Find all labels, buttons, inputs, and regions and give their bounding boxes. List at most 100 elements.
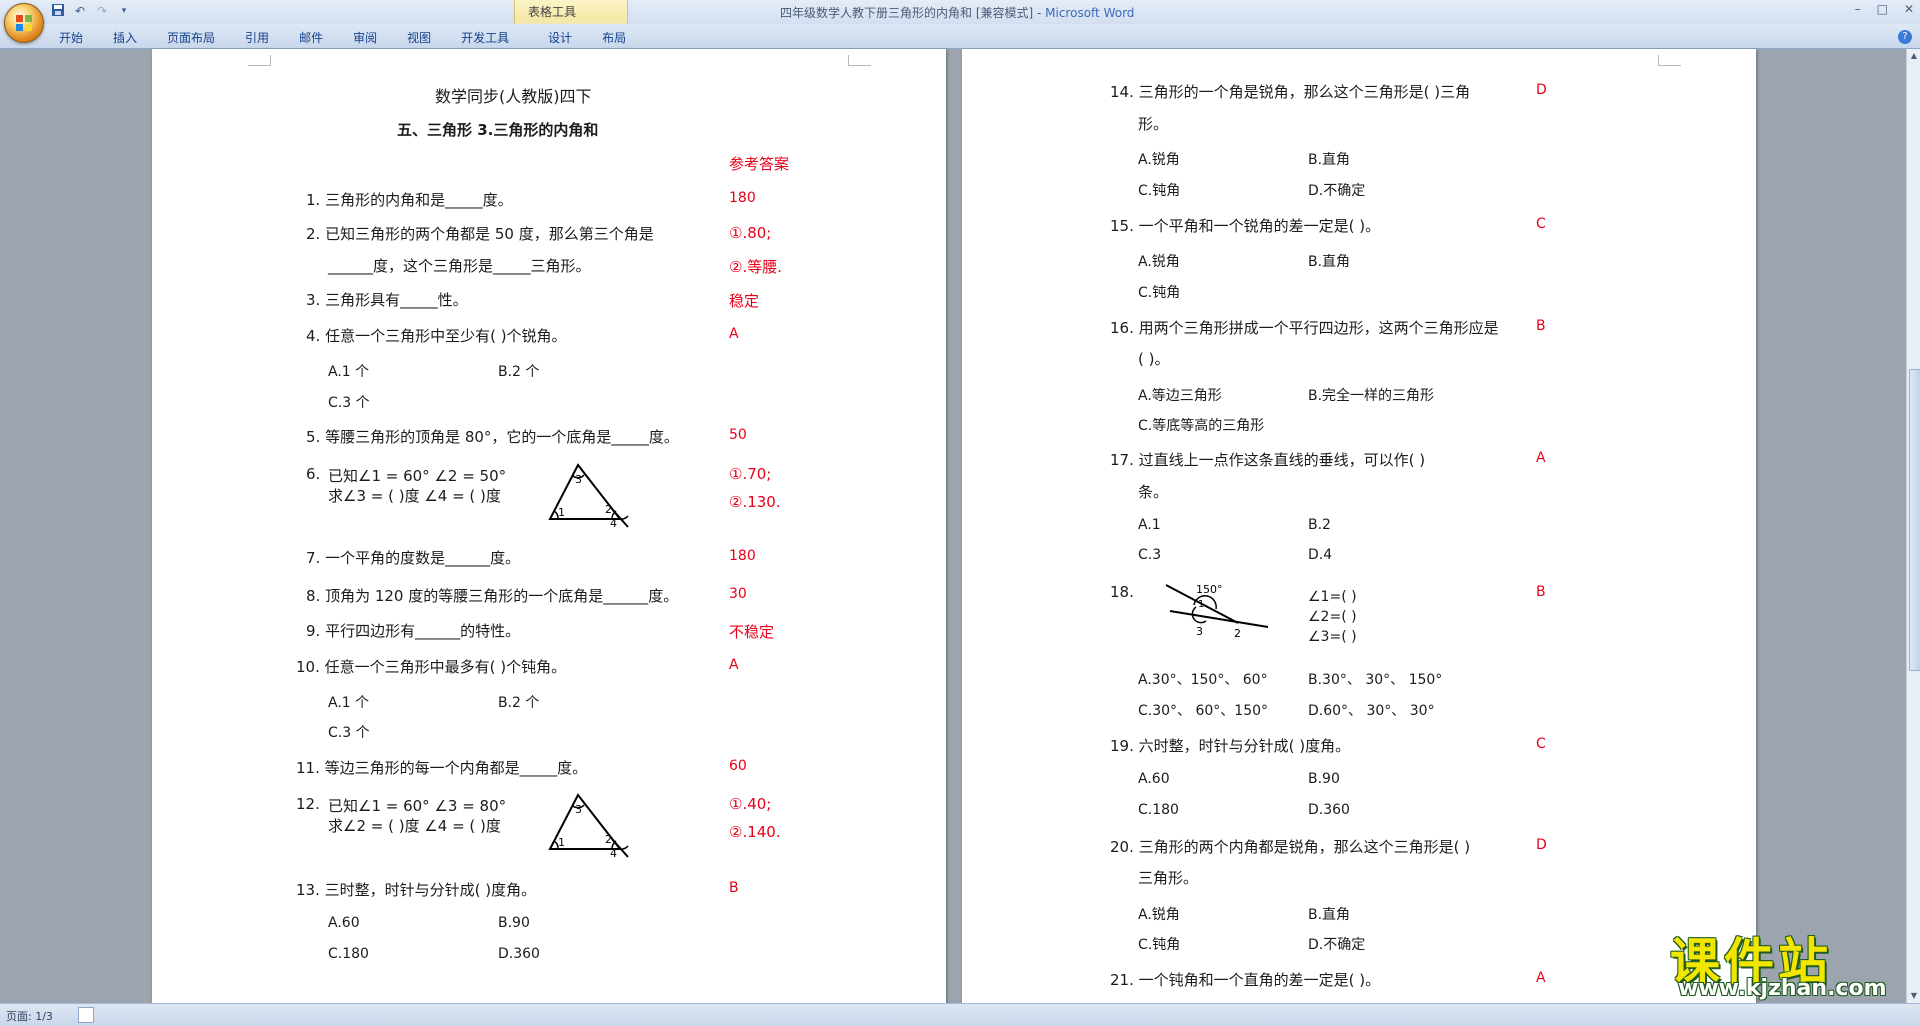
question-2-line1: 2. 已知三角形的两个角都是 50 度，那么第三个角是 (306, 225, 654, 243)
question-2-line2: ______度，这个三角形是_____三角形。 (328, 257, 591, 275)
angle-label-1: 1 (558, 836, 565, 849)
page-count[interactable]: 页面: 1/3 (6, 1008, 53, 1024)
angle-label-4: 4 (610, 847, 617, 859)
close-button[interactable]: ✕ (1904, 2, 1914, 16)
question-4: 4. 任意一个三角形中至少有( )个锐角。 (306, 327, 567, 345)
document-title: 四年级数学人教下册三角形的内角和 [兼容模式] - (780, 6, 1046, 20)
question-17-line1: 17. 过直线上一点作这条直线的垂线，可以作( ) (1110, 451, 1426, 469)
crop-mark (1658, 55, 1681, 66)
section-title: 五、三角形 3.三角形的内角和 (397, 121, 599, 139)
answer-20: D (1536, 837, 1547, 853)
option-c: C.3 个 (328, 725, 370, 741)
tab-insert[interactable]: 插入 (98, 29, 152, 47)
tab-developer[interactable]: 开发工具 (446, 29, 524, 47)
tab-design[interactable]: 设计 (524, 29, 587, 47)
header-title: 数学同步(人教版)四下 (435, 87, 592, 106)
option-c: C.30°、 60°、150° (1138, 703, 1269, 719)
answer-15: C (1536, 216, 1546, 232)
document-page-2[interactable]: 14. 三角形的一个角是锐角，那么这个三角形是( )三角 形。 D A.锐角 B… (962, 49, 1756, 1003)
tab-review[interactable]: 审阅 (338, 29, 392, 47)
tab-view[interactable]: 视图 (392, 29, 446, 47)
answer-heading: 参考答案 (729, 155, 790, 173)
context-tab-label: 表格工具 (528, 5, 577, 19)
angle-label-2: 2 (605, 833, 612, 846)
option-b: B.90 (498, 915, 530, 931)
option-a: A.60 (328, 915, 360, 931)
customize-qat-icon[interactable]: ▾ (116, 3, 132, 19)
answer-19: C (1536, 736, 1546, 752)
question-12-ask: 求∠2 = ( )度 ∠4 = ( )度 (328, 817, 501, 835)
answer-11: 60 (729, 758, 747, 774)
maximize-button[interactable]: □ (1877, 2, 1888, 16)
answer-14: D (1536, 82, 1547, 98)
app-name: Microsoft Word (1045, 6, 1135, 20)
answer-2a: ①.80; (729, 224, 772, 242)
save-icon[interactable] (50, 3, 66, 19)
help-icon[interactable]: ? (1898, 30, 1912, 44)
proofing-icon[interactable] (78, 1007, 94, 1023)
option-a: A.锐角 (1138, 152, 1180, 168)
answer-16: B (1536, 318, 1546, 334)
answer-12b: ②.140. (729, 823, 781, 841)
question-14-line2: 形。 (1138, 115, 1169, 133)
angle-label-2: 2 (605, 503, 612, 516)
question-8: 8. 顶角为 120 度的等腰三角形的一个底角是______度。 (306, 587, 679, 605)
option-d: D.不确定 (1308, 937, 1366, 953)
scroll-up-icon[interactable]: ▲ (1909, 51, 1919, 61)
question-15: 15. 一个平角和一个锐角的差一定是( )。 (1110, 217, 1381, 235)
answer-3: 稳定 (729, 292, 760, 310)
option-a: A.锐角 (1138, 254, 1180, 270)
window-controls: – □ ✕ (1855, 2, 1914, 16)
angle-label-3: 3 (575, 803, 582, 816)
answer-10: A (729, 657, 739, 673)
redo-icon[interactable]: ↷ (94, 3, 110, 19)
tab-home[interactable]: 开始 (44, 29, 98, 47)
answer-18: B (1536, 584, 1546, 600)
crop-mark (848, 55, 871, 66)
question-11: 11. 等边三角形的每一个内角都是_____度。 (296, 759, 588, 777)
question-1: 1. 三角形的内角和是_____度。 (306, 191, 513, 209)
option-a: A.等边三角形 (1138, 388, 1222, 404)
question-6-given: 已知∠1 = 60° ∠2 = 50° (328, 467, 507, 485)
tab-references[interactable]: 引用 (230, 29, 284, 47)
option-a: A.1 个 (328, 695, 370, 711)
option-b: B.2 (1308, 517, 1331, 533)
option-a: A.60 (1138, 771, 1170, 787)
question-10: 10. 任意一个三角形中最多有( )个钝角。 (296, 658, 567, 676)
angle-label-1: 1 (558, 506, 565, 519)
question-5: 5. 等腰三角形的顶角是 80°，它的一个底角是_____度。 (306, 428, 679, 446)
option-c: C.等底等高的三角形 (1138, 418, 1265, 434)
question-6-ask: 求∠3 = ( )度 ∠4 = ( )度 (328, 487, 501, 505)
option-b: B.2 个 (498, 695, 540, 711)
scroll-down-icon[interactable]: ▼ (1909, 991, 1919, 1001)
watermark-url: www.kjzhan.com (1678, 976, 1887, 1001)
angle-label-2: 2 (1234, 627, 1241, 640)
undo-icon[interactable]: ↶ (72, 3, 88, 19)
question-18-angle1: ∠1=( ) (1308, 589, 1357, 605)
option-d: D.不确定 (1308, 183, 1366, 199)
ribbon-tabs: 开始 插入 页面布局 引用 邮件 审阅 视图 开发工具 设计 布局 (44, 29, 641, 47)
answer-13: B (729, 880, 739, 896)
option-c: C.钝角 (1138, 183, 1181, 199)
question-21: 21. 一个钝角和一个直角的差一定是( )。 (1110, 971, 1381, 989)
option-a: A.1 (1138, 517, 1161, 533)
scroll-thumb[interactable] (1909, 369, 1920, 671)
option-d: D.4 (1308, 547, 1333, 563)
question-12-given: 已知∠1 = 60° ∠3 = 80° (328, 797, 507, 815)
tab-page-layout[interactable]: 页面布局 (152, 29, 230, 47)
question-18-angle2: ∠2=( ) (1308, 609, 1357, 625)
document-page-1[interactable]: 数学同步(人教版)四下 五、三角形 3.三角形的内角和 参考答案 1. 三角形的… (152, 49, 946, 1003)
answer-4: A (729, 326, 739, 342)
option-d: D.360 (1308, 802, 1350, 818)
option-a: A.30°、150°、 60° (1138, 672, 1268, 688)
minimize-button[interactable]: – (1855, 2, 1861, 16)
office-button[interactable] (4, 3, 44, 43)
option-b: B.30°、 30°、 150° (1308, 672, 1443, 688)
office-logo-icon (16, 15, 32, 31)
tab-layout[interactable]: 布局 (587, 29, 641, 47)
tab-mailings[interactable]: 邮件 (284, 29, 338, 47)
watermark-logo: 课件站 www.kjzhan.com (1670, 922, 1910, 1002)
vertical-scrollbar[interactable]: ▲ ▼ (1906, 49, 1920, 1003)
option-c: C.180 (328, 946, 369, 962)
option-b: B.直角 (1308, 907, 1351, 923)
